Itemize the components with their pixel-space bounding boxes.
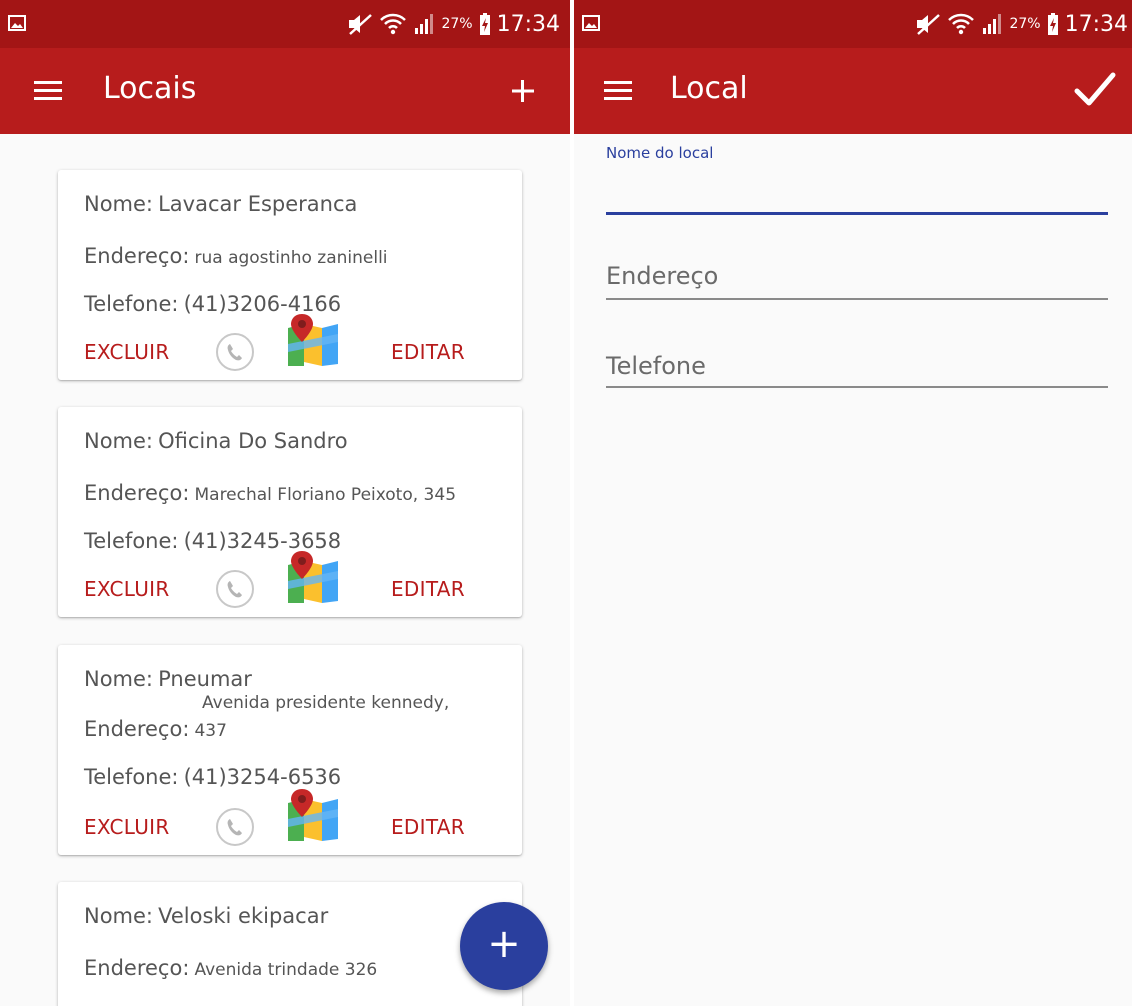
status-time: 17:34	[1064, 11, 1128, 37]
plus-icon: +	[487, 921, 521, 967]
battery-charging-icon	[479, 13, 490, 35]
name-label: Nome:	[84, 667, 154, 691]
place-phone-row: Telefone: (41)3206-4166	[84, 292, 510, 316]
address-label: Endereço:	[84, 956, 190, 980]
add-place-button[interactable]	[500, 68, 546, 114]
map-icon[interactable]	[288, 551, 338, 603]
place-name-row: Nome: Pneumar	[84, 667, 510, 691]
place-name: Oficina Do Sandro	[158, 429, 348, 453]
address-field-underline	[606, 298, 1108, 300]
call-button[interactable]	[216, 570, 254, 608]
address-placeholder: Endereço	[606, 262, 719, 290]
address-label: Endereço:	[84, 244, 190, 268]
place-name-row: Nome: Oficina Do Sandro	[84, 429, 510, 453]
wifi-icon	[380, 13, 407, 35]
page-title: Locais	[103, 71, 197, 106]
place-card: Nome: Oficina Do Sandro Endereço: Marech…	[58, 407, 522, 617]
name-label: Nome:	[84, 192, 154, 216]
place-card: Nome: Veloski ekipacar Endereço: Avenida…	[58, 882, 522, 1006]
signal-icon	[415, 14, 434, 34]
edit-button[interactable]: EDITAR	[391, 577, 465, 601]
signal-icon	[983, 14, 1002, 34]
confirm-button[interactable]	[1072, 66, 1118, 112]
place-address: rua agostinho zaninelli	[194, 248, 388, 268]
place-address-row: Endereço: Marechal Floriano Peixoto, 345	[84, 481, 510, 505]
address-label: Endereço:	[84, 717, 190, 741]
place-name: Veloski ekipacar	[158, 904, 329, 928]
phone-icon	[227, 344, 242, 361]
app-toolbar: Locais	[0, 48, 570, 134]
delete-button[interactable]: EXCLUIR	[84, 815, 170, 839]
place-phone-row: Telefone: (41)3245-3658	[84, 529, 510, 553]
place-name: Pneumar	[158, 667, 252, 691]
status-time: 17:34	[496, 11, 560, 37]
place-address: Avenida trindade 326	[194, 960, 378, 980]
phone-icon	[227, 581, 242, 598]
place-name-row: Nome: Lavacar Esperanca	[84, 192, 510, 216]
edit-button[interactable]: EDITAR	[391, 340, 465, 364]
place-address: Avenida presidente kennedy,	[202, 693, 450, 713]
battery-charging-icon	[1047, 13, 1058, 35]
address-input[interactable]: Endereço	[606, 258, 1108, 304]
phone-icon	[227, 819, 242, 836]
place-name: Lavacar Esperanca	[158, 192, 358, 216]
place-phone-row: Telefone: (41)3254-6536	[84, 765, 510, 789]
place-address-row: Endereço: rua agostinho zaninelli	[84, 244, 510, 268]
call-button[interactable]	[216, 808, 254, 846]
edit-button[interactable]: EDITAR	[391, 815, 465, 839]
phone-field-underline	[606, 386, 1108, 388]
status-bar: 27% 17:34	[574, 0, 1132, 48]
place-phone: (41)3245-3658	[183, 529, 342, 553]
place-card: Nome: Pneumar Avenida presidente kennedy…	[58, 645, 522, 855]
place-address-cont: 437	[194, 721, 227, 741]
mute-icon	[917, 14, 941, 35]
place-card: Nome: Lavacar Esperanca Endereço: rua ag…	[58, 170, 522, 380]
phone-placeholder: Telefone	[606, 352, 706, 380]
mute-icon	[349, 14, 373, 35]
delete-button[interactable]: EXCLUIR	[84, 340, 170, 364]
place-phone: (41)3254-6536	[183, 765, 342, 789]
locais-screen: 27% 17:34 Locais Nome: Lavacar Esperanca	[0, 0, 570, 1006]
place-name-input[interactable]	[606, 168, 1108, 216]
name-label: Nome:	[84, 429, 154, 453]
local-form-screen: 27% 17:34 Local Nome do local Endereço T…	[574, 0, 1132, 1006]
gallery-notification-icon	[8, 15, 26, 31]
address-label: Endereço:	[84, 481, 190, 505]
name-field-underline	[606, 212, 1108, 215]
map-icon[interactable]	[288, 314, 338, 366]
battery-percent: 27%	[1009, 16, 1041, 32]
place-phone: (41)3206-4166	[183, 292, 342, 316]
hamburger-menu-icon[interactable]	[602, 78, 636, 104]
phone-label: Telefone:	[84, 292, 179, 316]
add-place-fab[interactable]: +	[460, 902, 548, 990]
page-title: Local	[670, 71, 748, 106]
place-name-row: Nome: Veloski ekipacar	[84, 904, 510, 928]
map-icon[interactable]	[288, 789, 338, 841]
status-bar: 27% 17:34	[0, 0, 570, 48]
battery-percent: 27%	[441, 16, 473, 32]
hamburger-menu-icon[interactable]	[32, 78, 66, 104]
delete-button[interactable]: EXCLUIR	[84, 577, 170, 601]
place-address-line1: Avenida presidente kennedy,	[202, 693, 510, 713]
place-address-row: Endereço: 437	[84, 717, 510, 741]
name-field-label: Nome do local	[606, 144, 714, 162]
phone-input[interactable]: Telefone	[606, 348, 1108, 392]
place-address-row: Endereço: Avenida trindade 326	[84, 956, 510, 980]
call-button[interactable]	[216, 333, 254, 371]
phone-label: Telefone:	[84, 765, 179, 789]
wifi-icon	[948, 13, 975, 35]
name-label: Nome:	[84, 904, 154, 928]
phone-label: Telefone:	[84, 529, 179, 553]
gallery-notification-icon	[582, 15, 600, 31]
place-address: Marechal Floriano Peixoto, 345	[194, 485, 457, 505]
app-toolbar: Local	[574, 48, 1132, 134]
